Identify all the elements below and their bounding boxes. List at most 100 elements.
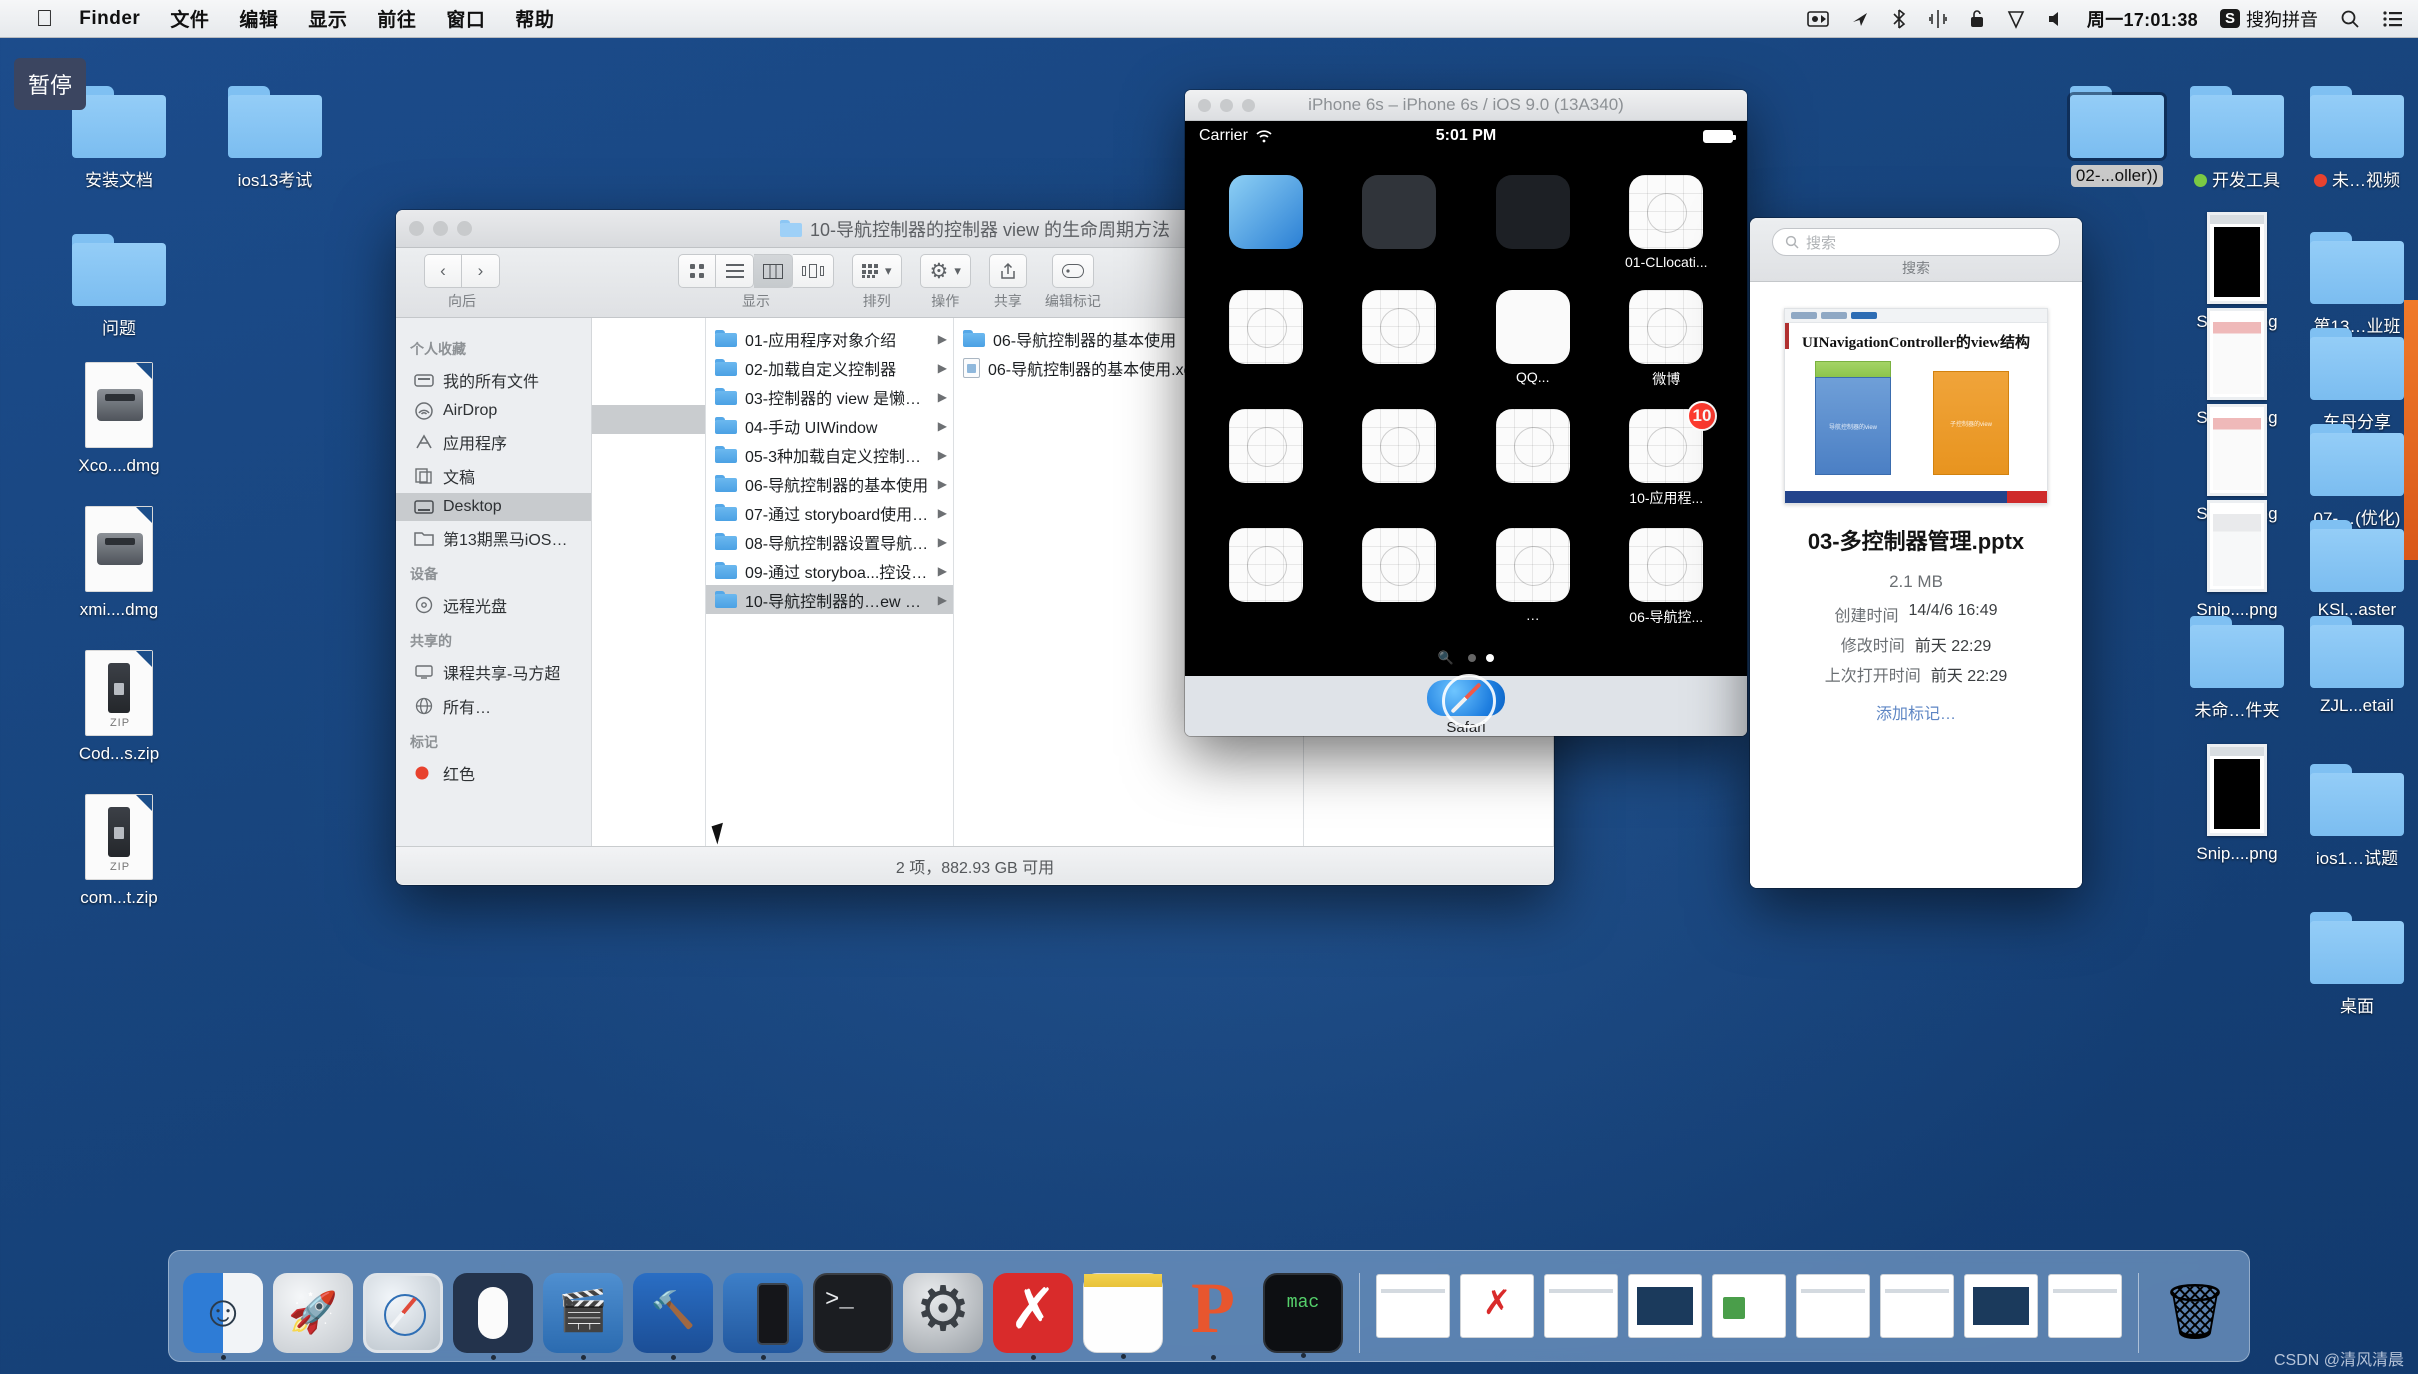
menu-item-go[interactable]: 前往 xyxy=(377,5,416,32)
home-page-dots[interactable]: 🔍 xyxy=(1185,650,1747,666)
dock-minimized-window[interactable] xyxy=(1712,1274,1786,1338)
dock-minimized-window[interactable] xyxy=(1460,1274,1534,1338)
share-icon[interactable] xyxy=(988,254,1027,288)
menu-item-window[interactable]: 窗口 xyxy=(446,5,485,32)
list-item[interactable]: 01-应用程序对象介绍 ▶ xyxy=(706,324,953,353)
ios-app[interactable]: 06-导航控... xyxy=(1600,512,1734,627)
vpn-shield-icon[interactable] xyxy=(2007,9,2025,29)
window-traffic-lights[interactable] xyxy=(396,221,472,236)
sidebar-item-airdrop[interactable]: AirDrop xyxy=(396,397,591,425)
list-item[interactable]: 06-导航控制器的基本使用 ▶ xyxy=(706,469,953,498)
lock-icon[interactable] xyxy=(1969,9,1985,29)
view-mode-group[interactable]: 显示 xyxy=(678,254,834,311)
list-view-icon[interactable] xyxy=(716,254,754,288)
desktop-icon-zjl-detail[interactable]: ZJL...etail xyxy=(2282,592,2418,722)
dock-item-quicktime[interactable] xyxy=(543,1273,623,1360)
page-dot-active[interactable] xyxy=(1486,654,1495,662)
ios-app[interactable] xyxy=(1333,393,1467,508)
menu-item-edit[interactable]: 编辑 xyxy=(239,5,278,32)
menu-item-file[interactable]: 文件 xyxy=(170,5,209,32)
dock-item-finder[interactable] xyxy=(183,1273,263,1360)
zoom-button[interactable] xyxy=(457,221,472,236)
list-item[interactable]: 07-通过 storyboard使用导航控制器 ▶ xyxy=(706,498,953,527)
dock-minimized-window[interactable] xyxy=(1880,1274,1954,1338)
bluetooth-icon[interactable] xyxy=(1891,8,1907,29)
desktop-icon-questions[interactable]: 问题 xyxy=(44,210,194,345)
list-item[interactable]: 09-通过 storyboa...控设置导航栏内容 ▶ xyxy=(706,556,953,585)
menu-bar-clock[interactable]: 周一17:01:38 xyxy=(2087,6,2198,32)
menu-item-view[interactable]: 显示 xyxy=(308,5,347,32)
dock-item-system-preferences[interactable] xyxy=(903,1273,983,1353)
dock-item-xmind[interactable] xyxy=(993,1273,1073,1360)
ios-app[interactable] xyxy=(1333,512,1467,627)
dock-minimized-window[interactable] xyxy=(1796,1274,1870,1338)
ios-app[interactable] xyxy=(1199,512,1333,627)
finder-column-a[interactable] xyxy=(592,318,706,846)
search-icon[interactable] xyxy=(2340,9,2360,29)
pause-badge[interactable]: 暂停 xyxy=(14,58,86,110)
sidebar-item-course-share[interactable]: 课程共享-马方超 xyxy=(396,655,591,689)
dock-minimized-window[interactable] xyxy=(1544,1274,1618,1338)
simulator-screen[interactable]: Carrier 5:01 PM 01-CLlocati... QQ... 微博 … xyxy=(1185,121,1747,676)
desktop-icon-desktop-folder[interactable]: 桌面 xyxy=(2282,888,2418,1023)
list-item[interactable]: 05-3种加载自定义控制器的方式 ▶ xyxy=(706,440,953,469)
simulator-window[interactable]: iPhone 6s – iPhone 6s / iOS 9.0 (13A340)… xyxy=(1185,90,1747,736)
list-item[interactable]: 03-控制器的 view 是懒加载 ▶ xyxy=(706,382,953,411)
dock-item-simulator[interactable] xyxy=(723,1273,803,1360)
dock[interactable] xyxy=(168,1250,2250,1362)
gear-icon[interactable]: ⚙ ▾ xyxy=(919,254,971,288)
apple-logo-icon[interactable]:  xyxy=(36,7,53,30)
add-tag-link[interactable]: 添加标记… xyxy=(1772,700,2060,724)
simulator-titlebar[interactable]: iPhone 6s – iPhone 6s / iOS 9.0 (13A340) xyxy=(1185,90,1747,121)
icon-view-icon[interactable] xyxy=(678,254,716,288)
input-method-indicator[interactable]: S 搜狗拼音 xyxy=(2219,6,2318,32)
sidebar-item-all-network[interactable]: 所有… xyxy=(396,689,591,723)
menu-item-finder[interactable]: Finder xyxy=(79,8,140,30)
dock-minimized-window[interactable] xyxy=(2048,1274,2122,1338)
dock-item-console[interactable] xyxy=(1263,1273,1343,1358)
dock-minimized-window[interactable] xyxy=(1964,1274,2038,1338)
ios-app[interactable] xyxy=(1333,159,1467,270)
desktop-icon-xmind-dmg[interactable]: xmi....dmg xyxy=(44,496,194,626)
tags-group[interactable]: 编辑标记 xyxy=(1045,254,1101,311)
ios-app[interactable] xyxy=(1466,393,1600,508)
arrange-group[interactable]: ▾ 排列 xyxy=(852,254,902,311)
menu-item-help[interactable]: 帮助 xyxy=(515,5,554,32)
arrange-button[interactable]: ▾ xyxy=(852,254,902,288)
sidebar-item-all-files[interactable]: 我的所有文件 xyxy=(396,363,591,397)
ios-app[interactable]: … xyxy=(1466,512,1600,627)
dock-item-pdf-reader[interactable] xyxy=(1173,1267,1253,1360)
column-view-icon[interactable] xyxy=(754,254,793,288)
sidebar-item-desktop[interactable]: Desktop xyxy=(396,493,591,521)
dock-minimized-window[interactable] xyxy=(1628,1274,1702,1338)
preview-search-input[interactable]: 搜索 xyxy=(1772,228,2060,256)
action-group[interactable]: ⚙ ▾ 操作 xyxy=(919,254,971,311)
dock-item-safari[interactable] xyxy=(363,1273,443,1353)
safari-icon[interactable] xyxy=(1427,674,1505,728)
dock-item-notes[interactable] xyxy=(1083,1273,1163,1359)
screen-recording-icon[interactable] xyxy=(1807,10,1829,28)
dock-item-trash[interactable] xyxy=(2155,1273,2235,1353)
desktop-icon-ios13-exam[interactable]: ios13考试 xyxy=(200,62,350,197)
close-button[interactable] xyxy=(409,221,424,236)
list-item[interactable]: 08-导航控制器设置导航栏内容 ▶ xyxy=(706,527,953,556)
airplay-icon[interactable] xyxy=(1851,10,1869,28)
desktop-icon-xcode-dmg[interactable]: Xco....dmg xyxy=(44,352,194,482)
list-item[interactable]: 04-手动 UIWindow ▶ xyxy=(706,411,953,440)
finder-sidebar[interactable]: 个人收藏 我的所有文件 AirDrop 应用程序 文稿 Desktop 第13期… xyxy=(396,318,592,846)
dock-minimized-window[interactable] xyxy=(1376,1274,1450,1338)
desktop-icon-com-zip[interactable]: ZIP com...t.zip xyxy=(44,784,194,914)
sidebar-item-ios-course[interactable]: 第13期黑马iOS学科… xyxy=(396,521,591,555)
ios-home-grid[interactable]: 01-CLlocati... QQ... 微博 10 10-应用程... … 06… xyxy=(1185,151,1747,635)
finder-preview-window[interactable]: 搜索 搜索 UINavigationController的view结构 导航控制… xyxy=(1750,218,2082,888)
ios-app[interactable]: 微博 xyxy=(1600,274,1734,389)
ios-app[interactable] xyxy=(1333,274,1467,389)
share-group[interactable]: 共享 xyxy=(988,254,1027,311)
ios-app[interactable]: QQ... xyxy=(1466,274,1600,389)
volume-icon[interactable] xyxy=(2047,10,2065,28)
dock-item-launchpad[interactable] xyxy=(273,1273,353,1353)
sidebar-item-applications[interactable]: 应用程序 xyxy=(396,425,591,459)
ios-app[interactable]: 01-CLlocati... xyxy=(1600,159,1734,270)
finder-column-b[interactable]: 01-应用程序对象介绍 ▶ 02-加载自定义控制器 ▶ 03-控制器的 view 是… xyxy=(706,318,954,846)
forward-button[interactable]: › xyxy=(462,254,500,288)
